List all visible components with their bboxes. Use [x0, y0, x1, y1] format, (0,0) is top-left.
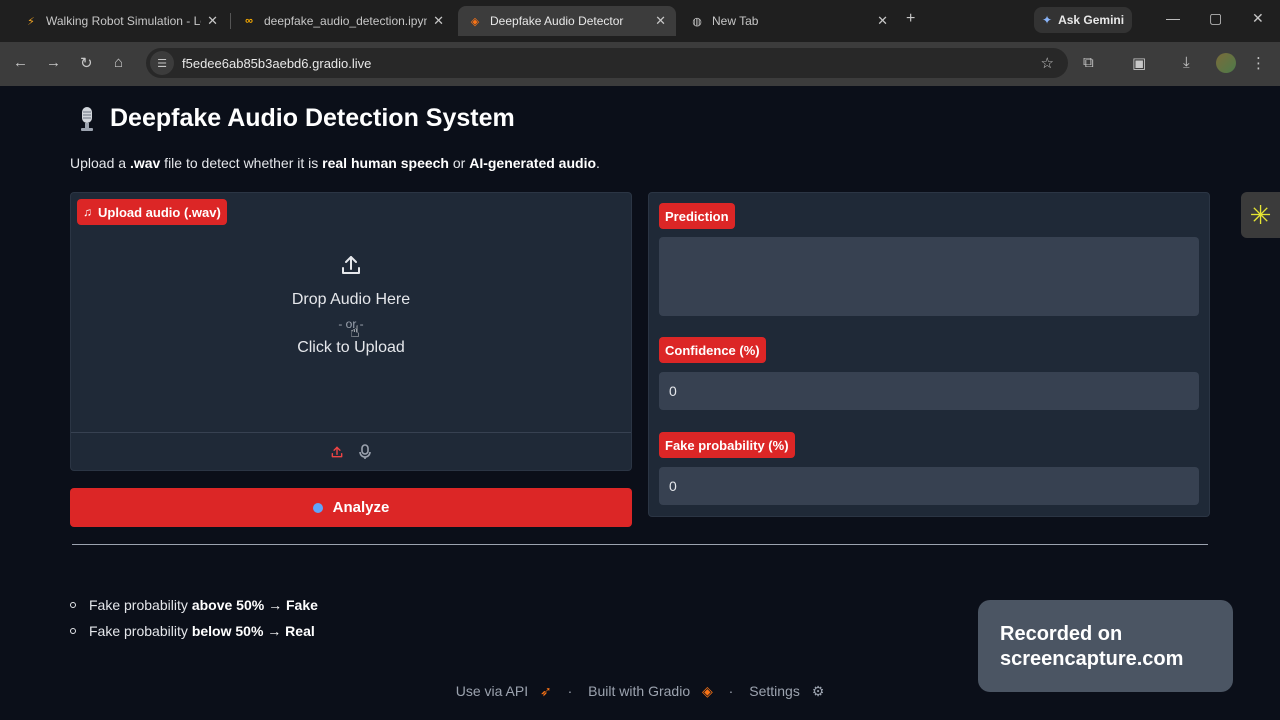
colab-icon: ∞	[245, 15, 253, 27]
tab-separator	[230, 13, 231, 29]
forward-icon[interactable]: →	[46, 54, 61, 71]
fake-probability-output[interactable]: 0	[659, 467, 1199, 505]
side-widget-asterisk-icon[interactable]: ✳	[1241, 192, 1280, 238]
upload-source-icon[interactable]	[329, 444, 345, 460]
tab-walking-robot[interactable]: ⚡ Walking Robot Simulation - Lee ✕	[14, 6, 228, 36]
drop-zone[interactable]: Drop Audio Here - or - Click to Upload	[71, 253, 631, 360]
music-note-icon: ♫	[83, 205, 92, 219]
tab-new-tab[interactable]: ◍ New Tab ✕	[680, 6, 898, 36]
analyze-button[interactable]: Analyze	[70, 488, 632, 527]
browser-tab-bar: ⚡ Walking Robot Simulation - Lee ✕ ∞ dee…	[0, 0, 1280, 42]
list-item: Fake probability below 50% → Real	[70, 618, 322, 644]
settings-link[interactable]: Settings ⚙	[745, 683, 828, 699]
close-icon[interactable]: ✕	[655, 13, 666, 29]
tab-search-icon[interactable]: ▣	[1132, 54, 1146, 72]
download-icon[interactable]: ⤓	[1183, 54, 1190, 71]
use-api-link[interactable]: Use via API ➶	[452, 683, 556, 699]
reload-icon[interactable]: ↻	[80, 54, 93, 72]
bullet-icon	[70, 628, 76, 634]
prediction-label: Prediction	[659, 203, 735, 229]
close-icon[interactable]: ✕	[877, 13, 888, 29]
gradio-icon: ◈	[470, 15, 480, 28]
rules-list: Fake probability above 50% → Fake Fake pr…	[70, 592, 322, 644]
gemini-sparkle-icon: ✦	[1042, 13, 1053, 27]
browser-toolbar: ← → ↻ ⌂ ☰ f5edee6ab85b3aebd6.gradio.live…	[0, 42, 1280, 86]
minimize-icon[interactable]: —	[1166, 10, 1180, 26]
new-tab-button[interactable]: +	[906, 10, 915, 28]
menu-kebab-icon[interactable]: ⋮	[1251, 54, 1266, 72]
chrome-icon: ◍	[692, 15, 702, 28]
description-text: Upload a .wav file to detect whether it …	[70, 155, 600, 171]
prediction-output[interactable]	[659, 237, 1199, 316]
microphone-icon	[74, 105, 100, 133]
window-close-icon[interactable]: ✕	[1252, 10, 1264, 27]
back-icon[interactable]: ←	[13, 54, 28, 71]
close-icon[interactable]: ✕	[433, 13, 444, 29]
bookmark-star-icon[interactable]: ☆	[1041, 54, 1054, 72]
confidence-output[interactable]: 0	[659, 372, 1199, 410]
maximize-icon[interactable]: ▢	[1209, 10, 1222, 27]
gradio-app: Deepfake Audio Detection System Upload a…	[0, 86, 1280, 720]
magnifier-icon	[312, 502, 323, 513]
page-title: Deepfake Audio Detection System	[74, 104, 515, 133]
upload-icon	[71, 253, 631, 282]
profile-avatar[interactable]	[1216, 53, 1236, 73]
results-panel: Prediction Confidence (%) 0 Fake probabi…	[648, 192, 1210, 517]
bullet-icon	[70, 602, 76, 608]
list-item: Fake probability above 50% → Fake	[70, 592, 322, 618]
recording-watermark: Recorded on screencapture.com	[978, 600, 1233, 692]
confidence-label: Confidence (%)	[659, 337, 766, 363]
home-icon[interactable]: ⌂	[114, 54, 123, 71]
fake-probability-label: Fake probability (%)	[659, 432, 795, 458]
upload-label-badge: ♫ Upload audio (.wav)	[77, 199, 227, 225]
tab-colab-notebook[interactable]: ∞ deepfake_audio_detection.ipynb ✕	[232, 6, 454, 36]
microphone-source-icon[interactable]	[357, 443, 373, 460]
address-bar[interactable]: ☰ f5edee6ab85b3aebd6.gradio.live ☆	[146, 48, 1068, 78]
gradio-logo-icon: ◈	[702, 683, 713, 699]
built-with-gradio-link[interactable]: Built with Gradio ◈	[584, 683, 717, 699]
divider	[72, 544, 1208, 545]
ask-gemini-button[interactable]: ✦ Ask Gemini	[1034, 7, 1132, 33]
site-info-icon[interactable]: ☰	[150, 51, 174, 75]
gear-icon: ⚙	[811, 683, 825, 699]
close-icon[interactable]: ✕	[207, 13, 218, 29]
hand-cursor-icon: ☝	[350, 324, 360, 341]
bolt-icon: ⚡	[27, 15, 35, 28]
upload-source-bar	[71, 432, 631, 470]
tab-deepfake-detector[interactable]: ◈ Deepfake Audio Detector ✕	[458, 6, 676, 36]
url-text[interactable]: f5edee6ab85b3aebd6.gradio.live	[182, 56, 371, 71]
rocket-icon: ➶	[539, 683, 552, 699]
extensions-icon[interactable]: ⧉	[1083, 54, 1094, 71]
